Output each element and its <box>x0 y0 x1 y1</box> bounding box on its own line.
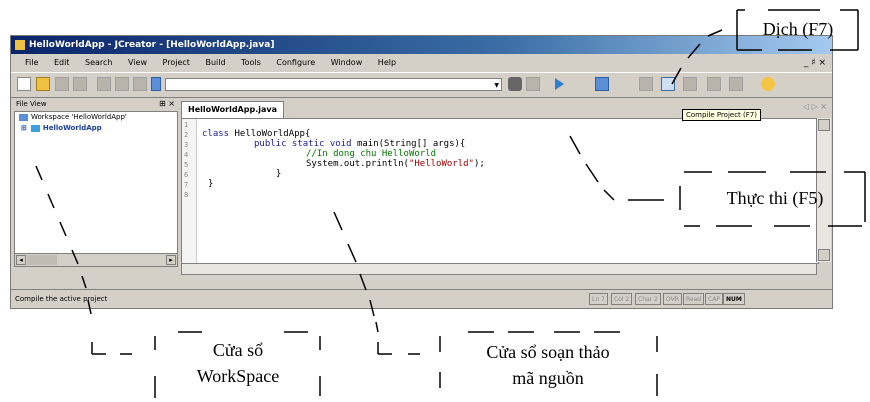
annotation-compile-f7: Dịch (F7) <box>762 19 834 39</box>
annotation-editor-line1: Cửa sổ soạn thảo <box>486 342 610 362</box>
annotation-run-f5: Thực thi (F5) <box>726 188 824 208</box>
annotation-workspace-line2: WorkSpace <box>196 366 280 386</box>
annotation-editor-line2: mã nguồn <box>512 368 584 388</box>
annotation-workspace-line1: Cửa sổ <box>212 340 264 360</box>
